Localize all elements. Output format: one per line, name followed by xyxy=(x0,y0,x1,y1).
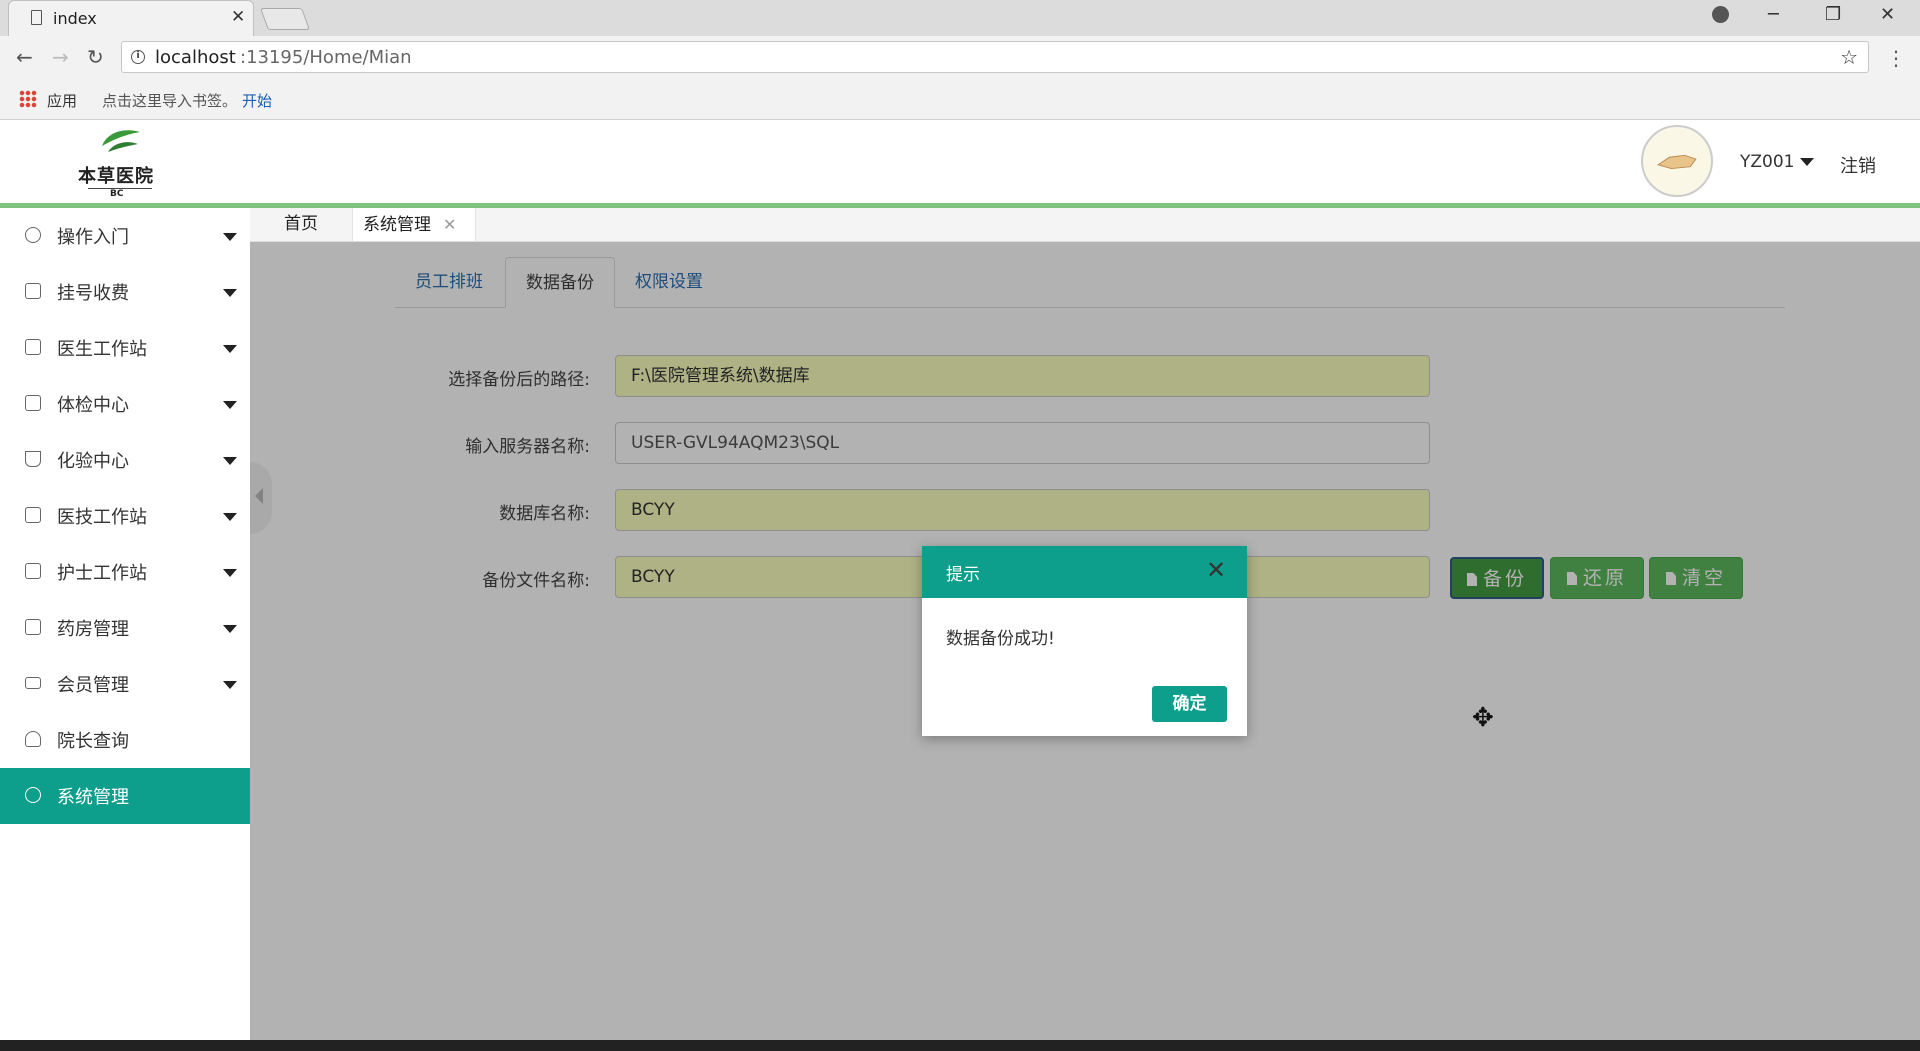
browser-toolbar: ← → ↻ i localhost :13195/Home/Mian ☆ ⋮ xyxy=(0,36,1920,80)
bookmarks-start-link[interactable]: 开始 xyxy=(242,90,272,111)
pill-bottle-icon xyxy=(25,619,41,635)
edit-icon xyxy=(25,283,41,299)
hospital-abbr: BC xyxy=(88,188,152,199)
sidebar-item-lab[interactable]: 化验中心 xyxy=(0,432,250,488)
sidebar-item-label: 会员管理 xyxy=(57,675,129,696)
caret-down-icon xyxy=(223,401,237,409)
sidebar-item-physical-exam[interactable]: 体检中心 xyxy=(0,376,250,432)
caret-down-icon xyxy=(223,233,237,241)
caret-down-icon xyxy=(223,513,237,521)
list-icon xyxy=(25,507,41,523)
alert-dialog: 提示 ✕ 数据备份成功! 确定 xyxy=(922,546,1247,736)
sidebar-item-doctor-station[interactable]: 医生工作站 xyxy=(0,320,250,376)
caret-down-icon xyxy=(223,681,237,689)
user-name: YZ001 xyxy=(1740,152,1795,172)
tab-system-label: 系统管理 xyxy=(363,215,431,235)
browser-menu-icon[interactable]: ⋮ xyxy=(1886,46,1906,70)
new-tab-button[interactable] xyxy=(259,8,311,30)
browser-tab-title: index xyxy=(53,9,97,28)
page-icon xyxy=(31,10,42,25)
taskbar xyxy=(0,1040,1920,1051)
gear-icon xyxy=(25,227,41,243)
dialog-header: 提示 ✕ xyxy=(922,546,1247,598)
sidebar-item-members[interactable]: 会员管理 xyxy=(0,656,250,712)
document-icon xyxy=(25,339,41,355)
sidebar-item-nurse-station[interactable]: 护士工作站 xyxy=(0,544,250,600)
restore-icon[interactable]: ❐ xyxy=(1825,4,1841,25)
bookmarks-hint: 点击这里导入书签。 xyxy=(102,92,238,110)
caret-down-icon xyxy=(223,457,237,465)
sidebar-item-label: 操作入门 xyxy=(57,227,129,248)
page-tab-bar: 首页 系统管理 ✕ xyxy=(250,208,1920,242)
url-path: :13195/Home/Mian xyxy=(240,47,412,68)
info-icon[interactable]: i xyxy=(131,50,145,64)
tab-home-label: 首页 xyxy=(284,214,318,234)
chevron-down-icon xyxy=(1800,158,1815,166)
avatar-image xyxy=(1656,154,1697,170)
sidebar-item-label: 化验中心 xyxy=(57,451,129,472)
sidebar-item-registration[interactable]: 挂号收费 xyxy=(0,264,250,320)
sidebar-item-label: 护士工作站 xyxy=(57,563,147,584)
back-icon[interactable]: ← xyxy=(16,45,33,69)
browser-tab-strip: index ✕ ─ ❐ ✕ xyxy=(0,0,1920,36)
tab-system-management[interactable]: 系统管理 ✕ xyxy=(352,208,476,241)
caret-down-icon xyxy=(223,569,237,577)
sidebar-item-label: 医生工作站 xyxy=(57,339,147,360)
browser-tab-close-icon[interactable]: ✕ xyxy=(231,7,245,27)
caret-down-icon xyxy=(223,289,237,297)
move-cursor-icon: ✥ xyxy=(1472,703,1494,733)
hospital-logo: 本草医院 BC xyxy=(70,124,172,202)
sidebar-item-director-query[interactable]: 院长查询 xyxy=(0,712,250,768)
medical-kit-icon xyxy=(25,395,41,411)
browser-tab[interactable]: index ✕ xyxy=(8,0,254,36)
leaf-logo-icon xyxy=(102,130,140,152)
caret-down-icon xyxy=(223,625,237,633)
sidebar-item-label: 院长查询 xyxy=(57,731,129,752)
medical-kit-icon xyxy=(25,563,41,579)
dialog-title: 提示 xyxy=(946,565,980,585)
sidebar-item-system-management[interactable]: 系统管理 xyxy=(0,768,250,824)
tab-home[interactable]: 首页 xyxy=(274,208,334,241)
minimize-icon[interactable]: ─ xyxy=(1768,4,1779,25)
address-bar[interactable]: i localhost :13195/Home/Mian ☆ xyxy=(121,41,1869,73)
caret-down-icon xyxy=(223,345,237,353)
bookmark-star-icon[interactable]: ☆ xyxy=(1840,45,1858,69)
dialog-ok-button[interactable]: 确定 xyxy=(1152,686,1227,722)
tab-close-icon[interactable]: ✕ xyxy=(443,215,456,234)
sidebar-item-label: 挂号收费 xyxy=(57,283,129,304)
forward-icon[interactable]: → xyxy=(52,45,69,69)
window-close-icon[interactable]: ✕ xyxy=(1880,4,1895,25)
apps-label[interactable]: 应用 xyxy=(47,90,77,111)
sidebar-item-pharmacy[interactable]: 药房管理 xyxy=(0,600,250,656)
sidebar-item-label: 医技工作站 xyxy=(57,507,147,528)
user-menu[interactable]: YZ001 xyxy=(1740,152,1815,172)
sidebar: 操作入门 挂号收费 医生工作站 体检中心 化验中心 医技工作站 护士工作站 药房… xyxy=(0,208,250,1051)
sidebar-item-label: 体检中心 xyxy=(57,395,129,416)
sidebar-item-medtech-station[interactable]: 医技工作站 xyxy=(0,488,250,544)
reload-icon[interactable]: ↻ xyxy=(87,45,104,69)
app-header xyxy=(0,120,1920,203)
hospital-name: 本草医院 xyxy=(78,166,154,187)
bookmarks-bar: 应用 点击这里导入书签。 开始 xyxy=(0,80,1920,120)
profile-icon[interactable] xyxy=(1712,6,1729,23)
dialog-close-icon[interactable]: ✕ xyxy=(1206,556,1226,584)
dialog-message: 数据备份成功! xyxy=(946,629,1055,649)
apps-icon[interactable] xyxy=(19,90,37,108)
avatar[interactable] xyxy=(1641,125,1713,197)
card-icon xyxy=(25,677,41,689)
sidebar-item-label: 药房管理 xyxy=(57,619,129,640)
user-icon xyxy=(25,731,41,747)
flask-icon xyxy=(25,451,41,467)
tools-icon xyxy=(25,787,41,803)
url-host: localhost xyxy=(155,47,236,68)
sidebar-item-getting-started[interactable]: 操作入门 xyxy=(0,208,250,264)
logout-link[interactable]: 注销 xyxy=(1840,152,1876,178)
sidebar-item-label: 系统管理 xyxy=(57,787,129,808)
